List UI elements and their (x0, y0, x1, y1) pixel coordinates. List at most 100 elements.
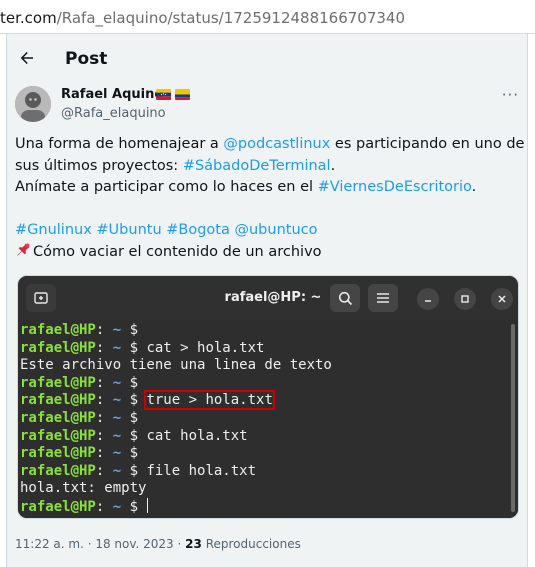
hashtag-ubuntu[interactable]: #Ubuntu (96, 222, 161, 238)
tweet-timestamp[interactable]: 11:22 a. m. · 18 nov. 2023 (15, 537, 174, 551)
prompt-user: rafael@HP (20, 462, 96, 479)
arrow-left-icon (20, 52, 33, 64)
author-flags (156, 89, 190, 100)
browser-address-bar: ter.com/Rafa_elaquino/status/17259124881… (0, 0, 535, 34)
terminal-prompt-line: rafael@HP: ~ $ true > hola.txt (20, 390, 332, 411)
terminal-body[interactable]: rafael@HP: ~ $ rafael@HP: ~ $ cat > hola… (18, 320, 518, 518)
author-handle[interactable]: @Rafa_elaquino (61, 106, 166, 121)
mention-ubuntuco[interactable]: @ubuntuco (234, 222, 317, 238)
views-label[interactable]: Reproducciones (206, 537, 301, 551)
prompt-user: rafael@HP (20, 322, 96, 338)
terminal-prompt-line: rafael@HP: ~ $ cat hola.txt (20, 428, 332, 446)
close-icon (498, 295, 506, 303)
colombia-flag-icon (175, 89, 190, 100)
meta-separator: · (173, 537, 186, 551)
highlighted-command: true > hola.txt (144, 390, 275, 411)
prompt-path: ~ (104, 392, 122, 409)
prompt-dollar: $ (121, 445, 147, 462)
tweet-media-caption: Cómo vaciar el contenido de un archivo (33, 243, 322, 260)
tweet-metadata: 11:22 a. m. · 18 nov. 2023 · 23 Reproduc… (15, 537, 301, 551)
terminal-output-line: hola.txt: empty (20, 480, 147, 497)
hashtag-gnulinux[interactable]: #Gnulinux (15, 222, 92, 238)
tweet-line-3: Anímate a participar como lo haces en el… (15, 177, 515, 199)
minimize-icon (425, 300, 431, 302)
prompt-user: rafael@HP (20, 409, 96, 426)
tweet-text-segment: . (471, 179, 477, 195)
terminal-command: file hola.txt (146, 462, 257, 479)
more-options-button[interactable]: ··· (502, 86, 519, 104)
tweet-text-segment: sus últimos proyectos: (15, 157, 183, 174)
terminal-prompt-line: rafael@HP: ~ $ file hola.txt (20, 463, 332, 481)
prompt-dollar: $ (121, 409, 147, 426)
url-input[interactable]: ter.com/Rafa_elaquino/status/17259124881… (0, 5, 525, 31)
tweet-media-terminal-screenshot[interactable]: rafael@HP: ~ rafael@HP: ~ $ rafael@HP: ~… (17, 275, 519, 519)
views-count: 23 (185, 537, 202, 551)
hamburger-menu-icon (377, 293, 389, 303)
terminal-command: cat > hola.txt (146, 339, 265, 356)
tweet-line-2: sus últimos proyectos: #SábadoDeTerminal… (15, 156, 515, 178)
tweet-text-segment: Una forma de homenajear a (15, 136, 224, 152)
prompt-path: ~ (104, 322, 122, 338)
terminal-search-button[interactable] (330, 284, 360, 312)
back-button[interactable] (15, 48, 39, 72)
minimize-button[interactable] (417, 288, 439, 310)
prompt-user: rafael@HP (20, 392, 96, 409)
prompt-user: rafael@HP (20, 339, 96, 356)
prompt-path: ~ (104, 339, 122, 356)
terminal-prompt-line: rafael@HP: ~ $ (20, 410, 332, 428)
terminal-prompt-line: rafael@HP: ~ $ (20, 497, 332, 516)
terminal-prompt-line: rafael@HP: ~ $ (20, 375, 332, 393)
tweet-line-4: #Gnulinux #Ubuntu #Bogota @ubuntuco (15, 220, 515, 242)
prompt-path: ~ (104, 498, 122, 515)
prompt-dollar: $ (121, 374, 147, 391)
terminal-scrollbar[interactable] (511, 324, 515, 512)
tweet-text: Una forma de homenajear a @podcastlinux … (15, 134, 524, 264)
prompt-path: ~ (104, 445, 122, 462)
prompt-path: ~ (104, 427, 122, 444)
maximize-button[interactable] (454, 288, 476, 310)
prompt-user: rafael@HP (20, 427, 96, 444)
prompt-user: rafael@HP (20, 498, 96, 515)
tweet-line-1: Una forma de homenajear a @podcastlinux … (15, 134, 524, 156)
terminal-titlebar: rafael@HP: ~ (18, 276, 518, 320)
hashtag-sabadodeterminal[interactable]: #SábadoDeTerminal (183, 158, 331, 174)
maximize-icon (461, 295, 469, 303)
tweet-line-5: Cómo vaciar el contenido de un archivo (15, 242, 515, 264)
avatar[interactable] (15, 86, 51, 122)
terminal-window-title: rafael@HP: ~ (224, 290, 322, 305)
prompt-dollar: $ (121, 392, 147, 409)
url-domain: ter.com (0, 9, 57, 27)
prompt-dollar: $ (121, 462, 147, 479)
author-row: Rafael Aquino @Rafa_elaquino ··· (7, 86, 527, 132)
prompt-dollar: $ (121, 339, 147, 356)
more-horizontal-icon: ··· (501, 86, 519, 104)
prompt-dollar: $ (121, 322, 147, 338)
hashtag-viernesdeescritorio[interactable]: #ViernesDeEscritorio (318, 179, 472, 195)
url-path: /Rafa_elaquino/status/172591248816670734… (56, 9, 406, 27)
mention-podcastlinux[interactable]: @podcastlinux (223, 136, 330, 152)
terminal-prompt-line: rafael@HP: ~ $ (20, 322, 332, 340)
prompt-dollar: $ (121, 498, 147, 515)
venezuela-flag-icon (156, 89, 171, 100)
prompt-dollar: $ (121, 427, 147, 444)
post-page: Post Rafael Aquino @Rafa_elaquino ··· Un… (6, 34, 528, 567)
terminal-cursor (147, 497, 149, 513)
page-title: Post (65, 49, 108, 69)
prompt-path: ~ (104, 409, 122, 426)
avatar-image (15, 86, 51, 122)
author-display-name[interactable]: Rafael Aquino (61, 87, 163, 102)
terminal-prompt-line: rafael@HP: ~ $ cat > hola.txt (20, 340, 332, 358)
prompt-user: rafael@HP (20, 445, 96, 462)
prompt-path: ~ (104, 462, 122, 479)
close-button[interactable] (491, 288, 513, 310)
prompt-path: ~ (104, 374, 122, 391)
tweet-text-segment: . (330, 157, 336, 174)
tweet-text-segment: es participando en uno de (330, 136, 525, 152)
post-header: Post (7, 34, 527, 88)
prompt-user: rafael@HP (20, 374, 96, 391)
terminal-menu-button[interactable] (368, 284, 398, 312)
hashtag-bogota[interactable]: #Bogota (166, 222, 230, 238)
search-icon (338, 291, 352, 305)
terminal-command: cat hola.txt (146, 427, 248, 444)
